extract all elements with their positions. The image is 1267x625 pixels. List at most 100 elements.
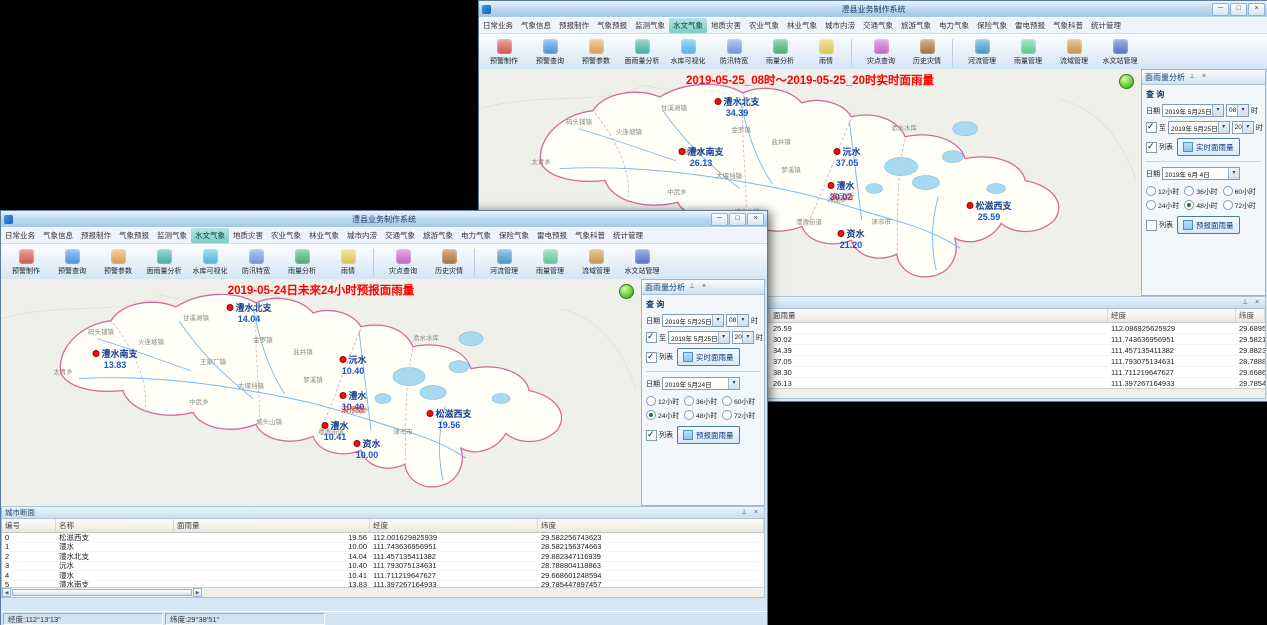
window-forecast[interactable]: 澧县业务制作系统 ─ □ × 日常业务气象信息预报制作气象预报监测气象水文气象地…: [0, 210, 768, 625]
menu-tab[interactable]: 地质灾害: [229, 228, 267, 243]
station-label[interactable]: 澧水 10.41: [321, 419, 348, 442]
list-checkbox[interactable]: [1146, 142, 1157, 153]
menu-tab[interactable]: 水文气象: [191, 228, 229, 243]
menu-tab[interactable]: 统计管理: [1087, 18, 1125, 33]
end-hour-select[interactable]: 20▾: [1232, 121, 1254, 134]
menu-tab[interactable]: 日常业务: [479, 18, 517, 33]
duration-radio[interactable]: 72小时: [1223, 200, 1261, 210]
pin-icon[interactable]: ⊥: [1187, 72, 1197, 82]
toolbar-button[interactable]: 防汛特宽: [711, 39, 757, 66]
menu-tab[interactable]: 监测气象: [153, 228, 191, 243]
realtime-rain-button[interactable]: 实时面雨量: [1177, 138, 1240, 156]
menu-tab[interactable]: 农业气象: [745, 18, 783, 33]
forecast-rain-button[interactable]: 预报面雨量: [1177, 216, 1240, 234]
duration-radio[interactable]: 36小时: [1184, 186, 1222, 196]
forecast-date-select[interactable]: 2019年 5月24日▾: [662, 377, 740, 390]
pin-icon[interactable]: ⊥: [739, 508, 749, 518]
table-titlebar[interactable]: 城市断面 ⊥ ×: [2, 507, 764, 519]
menu-tab[interactable]: 日常业务: [1, 228, 39, 243]
scroll-right-icon[interactable]: ▶: [193, 588, 202, 597]
menu-tab[interactable]: 气象预报: [115, 228, 153, 243]
toolbar-button[interactable]: 预警制作: [481, 39, 527, 66]
toolbar-button[interactable]: 雨量分析: [279, 249, 325, 276]
station-label[interactable]: 沅水 37.05: [833, 145, 860, 168]
toolbar-button[interactable]: 河流管理: [481, 249, 527, 276]
menu-tab[interactable]: 城市内涝: [821, 18, 859, 33]
end-enabled-checkbox[interactable]: [646, 332, 657, 343]
toolbar-button[interactable]: 面雨量分析: [141, 249, 187, 276]
map-overview-button[interactable]: [619, 284, 634, 299]
menu-tab[interactable]: 气象信息: [39, 228, 77, 243]
toolbar-button[interactable]: 防汛特宽: [233, 249, 279, 276]
toolbar-button[interactable]: 雨量管理: [1005, 39, 1051, 66]
column-header[interactable]: 名称: [56, 519, 174, 532]
station-label[interactable]: 澧水北支 34.39: [714, 95, 759, 118]
menu-tab[interactable]: 预报制作: [555, 18, 593, 33]
column-header[interactable]: 面雨量: [174, 519, 370, 532]
menu-tab[interactable]: 统计管理: [609, 228, 647, 243]
menu-tab[interactable]: 气象科普: [1049, 18, 1087, 33]
menu-tab[interactable]: 城市内涝: [343, 228, 381, 243]
menu-tab[interactable]: 水文气象: [669, 18, 707, 33]
menu-tab[interactable]: 旅游气象: [897, 18, 935, 33]
duration-radio[interactable]: 60小时: [722, 396, 760, 406]
toolbar-button[interactable]: 雨情: [325, 249, 371, 276]
menu-tab[interactable]: 农业气象: [267, 228, 305, 243]
menu-tab[interactable]: 监测气象: [631, 18, 669, 33]
column-header[interactable]: 经度: [1108, 309, 1236, 322]
toolbar-button[interactable]: [373, 249, 378, 277]
end-enabled-checkbox[interactable]: [1146, 122, 1157, 133]
menu-tab[interactable]: 交通气象: [381, 228, 419, 243]
menu-tab[interactable]: 电力气象: [935, 18, 973, 33]
table-close-icon[interactable]: ×: [751, 508, 761, 518]
menu-tab[interactable]: 气象科普: [571, 228, 609, 243]
minimize-button[interactable]: ─: [711, 213, 728, 226]
titlebar[interactable]: 澧县业务制作系统 ─ □ ×: [479, 1, 1267, 17]
duration-radio[interactable]: 48小时: [1184, 200, 1222, 210]
scroll-thumb[interactable]: [12, 589, 192, 596]
menu-tab[interactable]: 雷电预报: [533, 228, 571, 243]
station-label[interactable]: 沅水 10.40: [339, 353, 366, 376]
menu-tab[interactable]: 电力气象: [457, 228, 495, 243]
forecast-list-checkbox[interactable]: [1146, 220, 1157, 231]
toolbar-button[interactable]: 水库可视化: [187, 249, 233, 276]
column-header[interactable]: 纬度: [1236, 309, 1265, 322]
toolbar-button[interactable]: 水文站管理: [1097, 39, 1143, 66]
menu-tab[interactable]: 地质灾害: [707, 18, 745, 33]
panel-close-icon[interactable]: ×: [699, 282, 709, 292]
toolbar-button[interactable]: [952, 39, 957, 67]
station-label[interactable]: 澧水北支 14.04: [226, 301, 271, 324]
toolbar-button[interactable]: 预警查询: [527, 39, 573, 66]
toolbar-button[interactable]: 面雨量分析: [619, 39, 665, 66]
column-header[interactable]: 编号: [2, 519, 56, 532]
toolbar-button[interactable]: 雨情: [803, 39, 849, 66]
toolbar-button[interactable]: 预警参数: [95, 249, 141, 276]
station-label[interactable]: 资水 10.00: [353, 437, 380, 460]
horizontal-scrollbar[interactable]: ◀ ▶: [2, 587, 764, 597]
station-label[interactable]: 松滋西支 25.59: [966, 199, 1011, 222]
menu-tab[interactable]: 保险气象: [495, 228, 533, 243]
menu-tab[interactable]: 林业气象: [305, 228, 343, 243]
titlebar[interactable]: 澧县业务制作系统 ─ □ ×: [1, 211, 767, 227]
end-date-select[interactable]: 2019年 5月25日▾: [1168, 121, 1230, 134]
station-label[interactable]: 澧水南支 13.83: [92, 347, 137, 370]
table-close-icon[interactable]: ×: [1252, 298, 1262, 308]
menu-tab[interactable]: 林业气象: [783, 18, 821, 33]
toolbar-button[interactable]: 雨量管理: [527, 249, 573, 276]
forecast-date-select[interactable]: 2019年 6月 4日▾: [1162, 167, 1240, 180]
toolbar-button[interactable]: 灾点查询: [380, 249, 426, 276]
duration-radio[interactable]: 36小时: [684, 396, 722, 406]
toolbar-button[interactable]: 预警制作: [3, 249, 49, 276]
panel-header[interactable]: 面雨量分析 ⊥ ×: [642, 280, 764, 295]
menu-tab[interactable]: 预报制作: [77, 228, 115, 243]
column-header[interactable]: 面雨量: [770, 309, 1108, 322]
menu-tab[interactable]: 气象预报: [593, 18, 631, 33]
menu-tab[interactable]: 旅游气象: [419, 228, 457, 243]
pin-icon[interactable]: ⊥: [1240, 298, 1250, 308]
toolbar-button[interactable]: 历史灾情: [904, 39, 950, 66]
start-hour-select[interactable]: 08▾: [726, 314, 749, 327]
maximize-button[interactable]: □: [729, 213, 746, 226]
pin-icon[interactable]: ⊥: [687, 282, 697, 292]
maximize-button[interactable]: □: [1230, 3, 1247, 16]
toolbar-button[interactable]: 预警参数: [573, 39, 619, 66]
